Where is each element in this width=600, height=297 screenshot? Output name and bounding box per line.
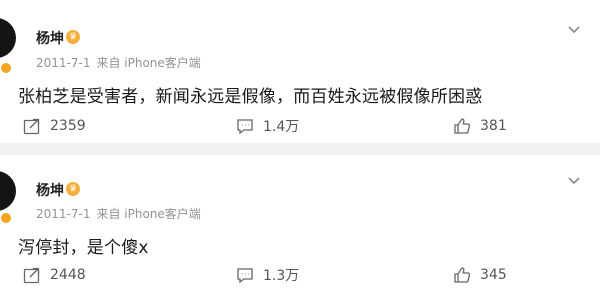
post-source: 来自 iPhone客户端	[96, 56, 201, 70]
chevron-down-icon[interactable]	[566, 173, 582, 189]
weibo-post: 杨坤 ♛ 2011-7-1 来自 iPhone客户端 泻停封，是个傻x 2448 …	[0, 155, 600, 297]
comment-icon	[237, 119, 253, 135]
verified-badge-icon	[0, 212, 12, 224]
vip-crown-icon[interactable]: ♛	[66, 182, 80, 196]
comment-icon	[237, 268, 253, 284]
like-icon	[454, 267, 471, 283]
like-icon	[454, 118, 471, 134]
post-text: 张柏芝是受害者，新闻永远是假像，而百姓永远被假像所困惑	[18, 87, 483, 107]
post-meta: 2011-7-1 来自 iPhone客户端	[36, 54, 207, 71]
comment-count: 1.3万	[263, 268, 300, 284]
author-name[interactable]: 杨坤	[36, 28, 64, 48]
comment-button[interactable]: 1.4万	[235, 116, 299, 136]
vip-crown-icon[interactable]: ♛	[66, 30, 80, 44]
like-count: 381	[480, 118, 507, 134]
repost-icon	[23, 267, 40, 284]
comment-button[interactable]: 1.3万	[235, 265, 299, 285]
repost-count: 2448	[50, 267, 86, 283]
author-name[interactable]: 杨坤	[36, 180, 64, 200]
weibo-post: 杨坤 ♛ 2011-7-1 来自 iPhone客户端 张柏芝是受害者，新闻永远是假…	[0, 0, 600, 143]
post-date[interactable]: 2011-7-1	[36, 56, 90, 70]
post-text: 泻停封，是个傻x	[18, 238, 149, 258]
avatar[interactable]	[0, 18, 16, 58]
like-button[interactable]: 345	[452, 265, 507, 285]
like-count: 345	[480, 267, 507, 283]
like-button[interactable]: 381	[452, 116, 507, 136]
repost-button[interactable]: 2359	[22, 116, 86, 136]
post-source: 来自 iPhone客户端	[96, 207, 201, 221]
verified-badge-icon	[0, 62, 12, 74]
repost-button[interactable]: 2448	[22, 265, 86, 285]
avatar[interactable]	[0, 171, 16, 211]
post-date[interactable]: 2011-7-1	[36, 207, 90, 221]
chevron-down-icon[interactable]	[566, 22, 582, 38]
repost-count: 2359	[50, 118, 86, 134]
comment-count: 1.4万	[263, 119, 300, 135]
repost-icon	[23, 118, 40, 135]
post-meta: 2011-7-1 来自 iPhone客户端	[36, 205, 207, 222]
